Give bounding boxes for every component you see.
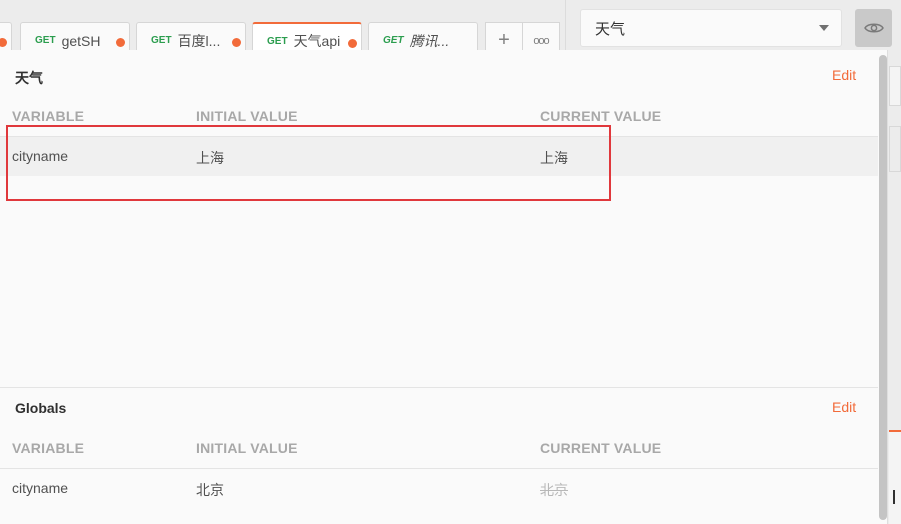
plus-icon: + [498,29,510,51]
method-label: GET [151,35,172,46]
tab-name: 百度l... [177,32,221,49]
method-label: GET [383,35,404,46]
unsaved-dot-icon [348,39,357,48]
edit-globals-link[interactable]: Edit [832,399,856,415]
method-label: GET [35,35,56,46]
unsaved-dot-icon [116,38,125,47]
background-fragment [893,490,895,504]
ellipsis-icon: ooo [533,34,549,47]
tab-name: 腾讯... [409,32,450,49]
column-header-initial-value: INITIAL VALUE [196,440,298,456]
globals-section-title: Globals [15,400,67,416]
environment-selected-label: 天气 [595,20,626,38]
environment-quick-look-panel: 天气 Edit VARIABLE INITIAL VALUE CURRENT V… [0,50,888,524]
unsaved-dot-icon [232,38,241,47]
column-header-variable: VARIABLE [12,440,85,456]
environment-quick-look-button[interactable] [855,9,892,47]
tab-name: 天气api [293,33,341,49]
background-fragment [889,66,901,106]
initial-value-cell: 北京 [196,482,224,498]
section-divider [0,387,878,388]
table-row[interactable]: cityname 北京 北京 [0,468,878,508]
unsaved-dot-icon [0,38,7,47]
method-label: GET [267,35,288,47]
background-fragment [889,430,901,524]
column-header-current-value: CURRENT VALUE [540,108,662,124]
chevron-down-icon [819,25,829,31]
column-header-current-value: CURRENT VALUE [540,440,662,456]
eye-icon [863,23,884,33]
panel-scrollbar[interactable] [879,55,887,520]
highlight-annotation-box [6,125,611,201]
column-header-initial-value: INITIAL VALUE [196,108,298,124]
environment-section-title: 天气 [15,70,43,86]
background-fragment [889,126,901,172]
current-value-cell: 北京 [540,482,568,498]
edit-environment-link[interactable]: Edit [832,67,856,83]
tab-name: getSH [61,32,101,49]
variable-name-cell: cityname [12,480,69,496]
column-header-variable: VARIABLE [12,108,85,124]
environment-select[interactable]: 天气 [580,9,842,47]
